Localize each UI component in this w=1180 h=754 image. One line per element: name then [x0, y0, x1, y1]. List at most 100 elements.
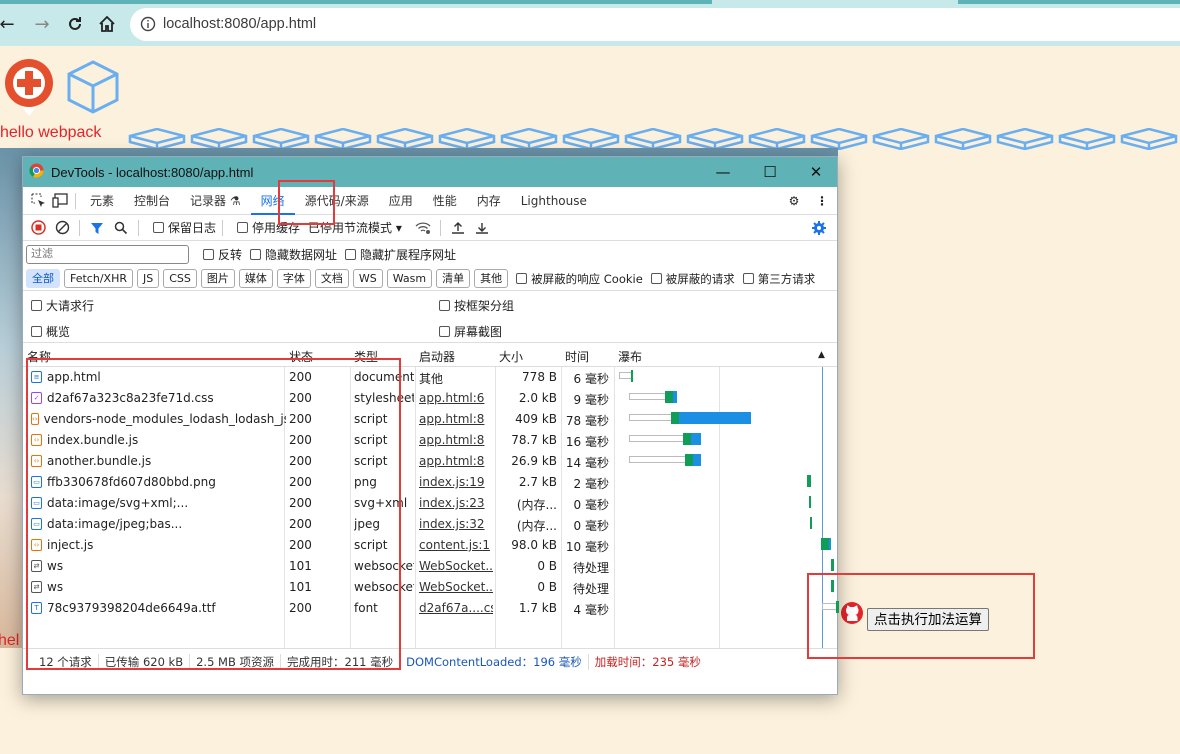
tab-elements[interactable]: 元素	[80, 187, 124, 215]
tab-memory[interactable]: 内存	[467, 187, 511, 215]
col-time[interactable]: 时间	[565, 348, 589, 365]
blocked-cookies-checkbox[interactable]: 被屏蔽的响应 Cookie	[516, 271, 643, 287]
third-party-checkbox[interactable]: 第三方请求	[742, 271, 815, 287]
request-initiator[interactable]: index.js:32	[419, 517, 493, 531]
type-filter-fetch[interactable]: Fetch/XHR	[64, 269, 133, 288]
request-initiator[interactable]: content.js:1	[419, 538, 493, 552]
type-filter-all[interactable]: 全部	[26, 269, 60, 288]
tab-recorder[interactable]: 记录器 ⚗	[180, 187, 251, 215]
checkbox-box	[516, 273, 528, 284]
col-waterfall[interactable]: 瀑布	[618, 348, 642, 365]
request-size: 0 B	[537, 580, 557, 594]
request-initiator[interactable]: app.html:8	[419, 454, 493, 468]
request-time: 6 毫秒	[573, 372, 609, 386]
invert-checkbox[interactable]: 反转	[203, 246, 242, 263]
col-initiator[interactable]: 启动器	[419, 348, 455, 365]
search-icon[interactable]	[110, 217, 132, 239]
preserve-log-label: 保留日志	[168, 221, 217, 235]
sort-up-icon[interactable]: ▲	[818, 350, 825, 360]
plus-logo-icon	[2, 56, 56, 121]
network-conditions-icon[interactable]	[412, 217, 434, 239]
device-toolbar-icon[interactable]	[49, 190, 71, 212]
request-initiator[interactable]: WebSocket...	[419, 580, 493, 594]
checkbox-box	[650, 273, 662, 284]
request-time: 16 毫秒	[565, 435, 609, 449]
network-toolbar: 保留日志 停用缓存 已停用节流模式 ▾	[23, 215, 837, 241]
request-initiator[interactable]: WebSocket...	[419, 559, 493, 573]
type-filter-other[interactable]: 其他	[474, 269, 509, 288]
type-filter-media[interactable]: 媒体	[238, 269, 273, 288]
hide-data-urls-checkbox[interactable]: 隐藏数据网址	[250, 246, 337, 263]
request-initiator[interactable]: index.js:19	[419, 475, 493, 489]
waterfall-wait-bar	[629, 435, 683, 442]
close-icon[interactable]: ✕	[796, 161, 836, 183]
type-filter-font[interactable]: 字体	[276, 269, 311, 288]
request-time: 0 毫秒	[573, 519, 609, 533]
overview-label: 概览	[46, 325, 71, 339]
screenshots-checkbox[interactable]: 屏幕截图	[439, 323, 502, 340]
waterfall-wait-bar	[629, 456, 685, 463]
forward-icon[interactable]: →	[29, 11, 55, 37]
request-initiator[interactable]: app.html:8	[419, 412, 493, 426]
preserve-log-checkbox[interactable]: 保留日志	[153, 219, 216, 236]
back-icon[interactable]: ←	[0, 11, 20, 37]
address-bar[interactable]: localhost:8080/app.html	[130, 8, 1180, 41]
clear-icon[interactable]	[51, 217, 73, 239]
col-size[interactable]: 大小	[499, 348, 523, 365]
request-initiator[interactable]: app.html:8	[419, 433, 493, 447]
hide-data-urls-label: 隐藏数据网址	[265, 247, 338, 262]
hide-extension-urls-checkbox[interactable]: 隐藏扩展程序网址	[345, 246, 456, 263]
highlight-request-names	[26, 358, 401, 670]
record-stop-icon[interactable]	[27, 217, 49, 239]
filter-input[interactable]	[26, 244, 189, 264]
request-size: 0 B	[537, 559, 557, 573]
type-filter-ws[interactable]: WS	[352, 269, 383, 288]
request-size: 409 kB	[515, 412, 557, 426]
type-filter-doc[interactable]: 文档	[314, 269, 349, 288]
site-info-icon[interactable]	[140, 16, 156, 35]
cube-icon	[934, 127, 992, 152]
devtools-titlebar: DevTools - localhost:8080/app.html — ☐ ✕	[23, 157, 837, 187]
type-filter-img[interactable]: 图片	[200, 269, 235, 288]
tab-performance[interactable]: 性能	[423, 187, 467, 215]
checkbox-box	[31, 300, 42, 311]
cube-icon	[1058, 127, 1116, 152]
blocked-requests-checkbox[interactable]: 被屏蔽的请求	[650, 271, 735, 287]
request-time: 78 毫秒	[565, 414, 609, 428]
request-size: 2.7 kB	[518, 475, 557, 489]
hello-text: hello webpack	[0, 124, 102, 141]
cube-icon	[872, 127, 930, 152]
request-initiator[interactable]: index.js:23	[419, 496, 493, 510]
waterfall-bar	[807, 475, 811, 487]
request-size: 2.0 kB	[518, 391, 557, 405]
waterfall-wait-bar	[629, 393, 665, 400]
filter-icon[interactable]	[86, 217, 108, 239]
blocked-cookies-label: 被屏蔽的响应 Cookie	[531, 271, 643, 286]
big-rows-checkbox[interactable]: 大请求行	[31, 297, 94, 314]
group-by-frame-checkbox[interactable]: 按框架分组	[439, 297, 514, 314]
export-har-icon[interactable]	[471, 217, 493, 239]
cube-icon	[67, 60, 119, 117]
settings-icon[interactable]: ⚙	[783, 190, 805, 212]
import-har-icon[interactable]	[447, 217, 469, 239]
waterfall-bar	[809, 496, 811, 508]
home-icon[interactable]	[94, 11, 120, 37]
maximize-icon[interactable]: ☐	[750, 161, 790, 183]
type-filter-manifest[interactable]: 清单	[436, 269, 471, 288]
request-initiator[interactable]: app.html:6	[419, 391, 493, 405]
overview-checkbox[interactable]: 概览	[31, 323, 70, 340]
tab-application[interactable]: 应用	[379, 187, 423, 215]
more-menu-icon[interactable]: ⋮	[811, 190, 833, 212]
inspect-element-icon[interactable]	[27, 190, 49, 212]
tab-lighthouse[interactable]: Lighthouse	[511, 187, 597, 215]
type-filter-js[interactable]: JS	[136, 269, 160, 288]
network-settings-icon[interactable]	[808, 217, 830, 239]
type-filter-wasm[interactable]: Wasm	[386, 269, 433, 288]
tab-console[interactable]: 控制台	[124, 187, 180, 215]
minimize-icon[interactable]: —	[703, 161, 743, 183]
reload-icon[interactable]	[62, 11, 88, 37]
request-initiator[interactable]: d2af67a....css	[419, 601, 493, 615]
type-filter-css[interactable]: CSS	[163, 269, 197, 288]
tab-strip-right	[958, 0, 1180, 4]
cube-icon	[996, 127, 1054, 152]
